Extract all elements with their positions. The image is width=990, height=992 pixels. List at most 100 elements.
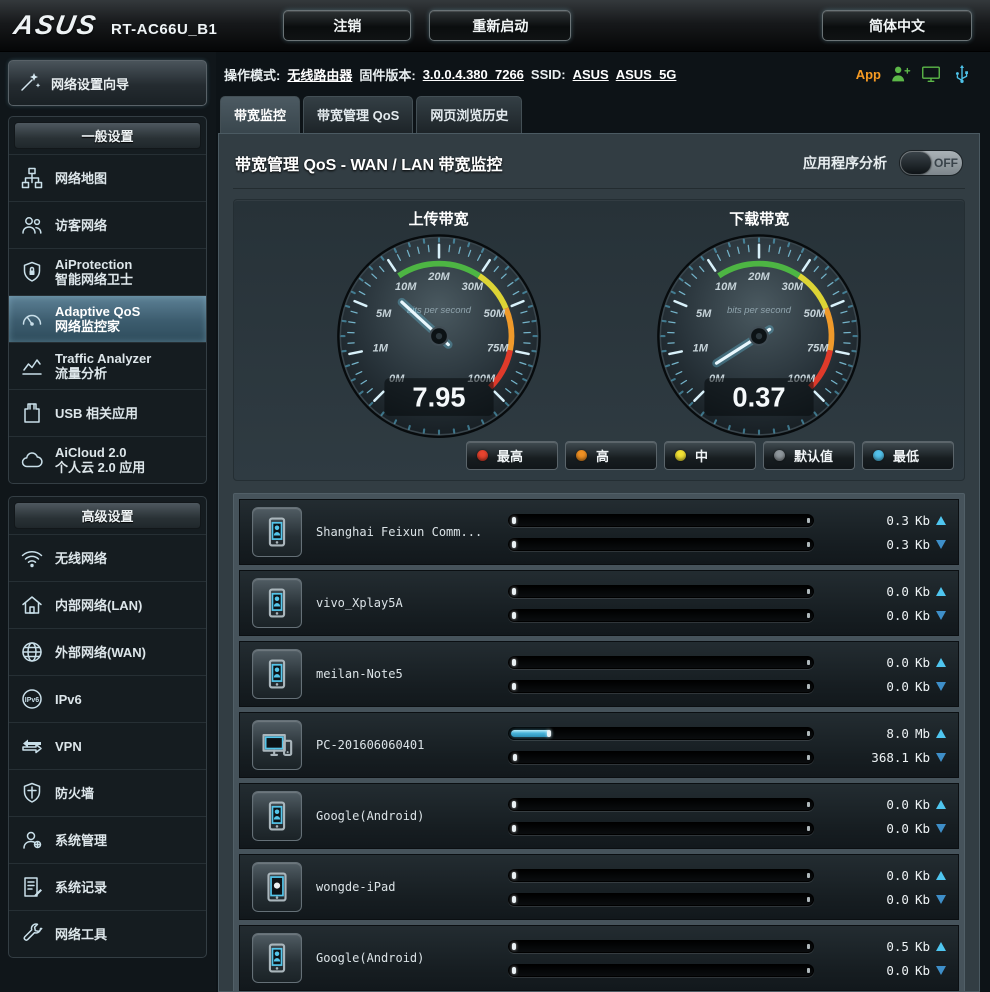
sidebar-item-label: USB 相关应用 — [55, 406, 138, 421]
sidebar-item-guest-network[interactable]: 访客网络 — [9, 201, 206, 248]
sidebar-section-header-advanced: 高级设置 — [14, 502, 201, 529]
svg-text:10M: 10M — [715, 281, 737, 293]
sidebar-item-label: IPv6 — [55, 692, 82, 707]
legend-medium-label: 中 — [695, 446, 708, 465]
toggle-state-label: OFF — [931, 156, 961, 170]
asus-logo: ASUS — [11, 10, 99, 41]
logout-button[interactable]: 注销 — [283, 10, 411, 41]
bandwidth-bars — [508, 727, 814, 764]
bandwidth-values: 0.5Kb 0.0Kb — [828, 939, 946, 978]
sidebar-item-aicloud[interactable]: AiCloud 2.0个人云 2.0 应用 — [9, 436, 206, 483]
device-row: Shanghai Feixun Comm... 0.3Kb 0.3Kb — [239, 499, 959, 565]
network-map-icon — [19, 165, 45, 191]
toggle-knob — [901, 152, 931, 174]
upload-bar — [508, 656, 814, 669]
app-link[interactable]: App — [856, 67, 881, 82]
sidebar-item-label: 网络工具 — [55, 927, 107, 942]
tab-qos[interactable]: 带宽管理 QoS — [303, 96, 413, 133]
upload-bar — [508, 585, 814, 598]
bandwidth-bars — [508, 656, 814, 693]
guest-network-status-icon[interactable] — [888, 62, 912, 86]
reboot-button[interactable]: 重新启动 — [429, 10, 571, 41]
svg-text:50M: 50M — [483, 308, 505, 320]
sidebar-item-wan[interactable]: 外部网络(WAN) — [9, 628, 206, 675]
sidebar-item-traffic-analyzer[interactable]: Traffic Analyzer流量分析 — [9, 342, 206, 389]
device-row: PC-201606060401 8.0Mb 368.1Kb — [239, 712, 959, 778]
upload-bar — [508, 940, 814, 953]
sidebar-item-label: 网络地图 — [55, 171, 107, 186]
download-bar — [508, 822, 814, 835]
download-bar — [508, 893, 814, 906]
download-bar — [508, 538, 814, 551]
download-bar — [508, 680, 814, 693]
sidebar-item-usb-apps[interactable]: USB 相关应用 — [9, 389, 206, 436]
main-panel: 带宽管理 QoS - WAN / LAN 带宽监控 应用程序分析 OFF 上传带… — [218, 133, 980, 992]
bandwidth-values: 0.3Kb 0.3Kb — [828, 513, 946, 552]
tab-web-history[interactable]: 网页浏览历史 — [416, 96, 522, 133]
firmware-label: 固件版本: — [359, 65, 415, 84]
sidebar-item-network-map[interactable]: 网络地图 — [9, 154, 206, 201]
legend: 最高高 中 默认值 最低 — [244, 441, 954, 470]
sidebar-item-label: Traffic Analyzer流量分析 — [55, 351, 151, 381]
gauge-area: 上传带宽0M1M5M10M20M30M50M75M100Mbits per se… — [233, 199, 965, 481]
language-selector[interactable]: 简体中文 — [822, 10, 972, 41]
svg-text:10M: 10M — [395, 281, 417, 293]
gauge-dial-download: 0M1M5M10M20M30M50M75M100Mbits per second… — [633, 229, 885, 439]
bandwidth-bars — [508, 514, 814, 551]
tab-bar: 带宽监控带宽管理 QoS网页浏览历史 — [218, 96, 980, 133]
phone-device-icon — [252, 507, 302, 557]
sidebar-item-aiprotection[interactable]: AiProtection智能网络卫士 — [9, 248, 206, 295]
app-analysis: 应用程序分析 OFF — [803, 150, 963, 176]
device-name: Google(Android) — [316, 951, 494, 965]
sidebar: 网络设置向导 一般设置网络地图访客网络AiProtection智能网络卫士Ada… — [0, 52, 216, 992]
upload-bar — [508, 514, 814, 527]
sidebar-item-setup-wizard[interactable]: 网络设置向导 — [8, 60, 207, 106]
sidebar-item-lan[interactable]: 内部网络(LAN) — [9, 581, 206, 628]
legend-lowest-button[interactable]: 最低 — [862, 441, 954, 470]
usb-device-status-icon[interactable] — [950, 62, 974, 86]
operation-mode-link[interactable]: 无线路由器 — [287, 65, 352, 84]
gauge-upload: 上传带宽0M1M5M10M20M30M50M75M100Mbits per se… — [313, 204, 565, 439]
ssid-5g-link[interactable]: ASUS_5G — [616, 67, 677, 82]
download-bar — [508, 964, 814, 977]
device-row: vivo_Xplay5A 0.0Kb 0.0Kb — [239, 570, 959, 636]
lan-icon — [19, 592, 45, 618]
admin-icon — [19, 827, 45, 853]
sidebar-item-adaptive-qos[interactable]: Adaptive QoS网络监控家 — [9, 295, 206, 342]
legend-highest-button[interactable]: 最高 — [466, 441, 558, 470]
sidebar-item-wireless[interactable]: 无线网络 — [9, 534, 206, 581]
device-row: wongde-iPad 0.0Kb 0.0Kb — [239, 854, 959, 920]
media-server-status-icon[interactable] — [919, 62, 943, 86]
svg-text:50M: 50M — [804, 308, 826, 320]
svg-text:IPv6: IPv6 — [25, 697, 40, 704]
device-name: Google(Android) — [316, 809, 494, 823]
svg-text:20M: 20M — [427, 271, 450, 283]
tab-bandwidth-monitor[interactable]: 带宽监控 — [220, 96, 300, 133]
sidebar-item-vpn[interactable]: VPN — [9, 722, 206, 769]
sidebar-item-admin[interactable]: 系统管理 — [9, 816, 206, 863]
sidebar-item-firewall[interactable]: 防火墙 — [9, 769, 206, 816]
legend-default-button[interactable]: 默认值 — [763, 441, 855, 470]
sidebar-item-ipv6[interactable]: IPv6 IPv6 — [9, 675, 206, 722]
legend-medium-button[interactable]: 中 — [664, 441, 756, 470]
upload-arrow-icon — [936, 871, 946, 880]
topbar: ASUS RT-AC66U_B1 注销 重新启动 简体中文 — [0, 0, 990, 52]
phone-device-icon — [252, 578, 302, 628]
sidebar-item-network-tools[interactable]: 网络工具 — [9, 910, 206, 957]
legend-high-button[interactable]: 高 — [565, 441, 657, 470]
sidebar-item-syslog[interactable]: 系统记录 — [9, 863, 206, 910]
legend-medium-dot — [675, 450, 686, 461]
ssid-24g-link[interactable]: ASUS — [573, 67, 609, 82]
app-analysis-toggle[interactable]: OFF — [899, 150, 963, 176]
download-value: 368.1Kb — [828, 750, 946, 765]
bandwidth-bars — [508, 798, 814, 835]
legend-lowest-label: 最低 — [893, 446, 919, 465]
vpn-icon — [19, 733, 45, 759]
legend-high-dot — [576, 450, 587, 461]
download-arrow-icon — [936, 753, 946, 762]
bandwidth-bars — [508, 869, 814, 906]
download-bar — [508, 751, 814, 764]
bandwidth-values: 0.0Kb 0.0Kb — [828, 584, 946, 623]
firmware-version-link[interactable]: 3.0.0.4.380_7266 — [423, 67, 524, 82]
content: 操作模式: 无线路由器 固件版本: 3.0.0.4.380_7266 SSID:… — [216, 52, 990, 992]
